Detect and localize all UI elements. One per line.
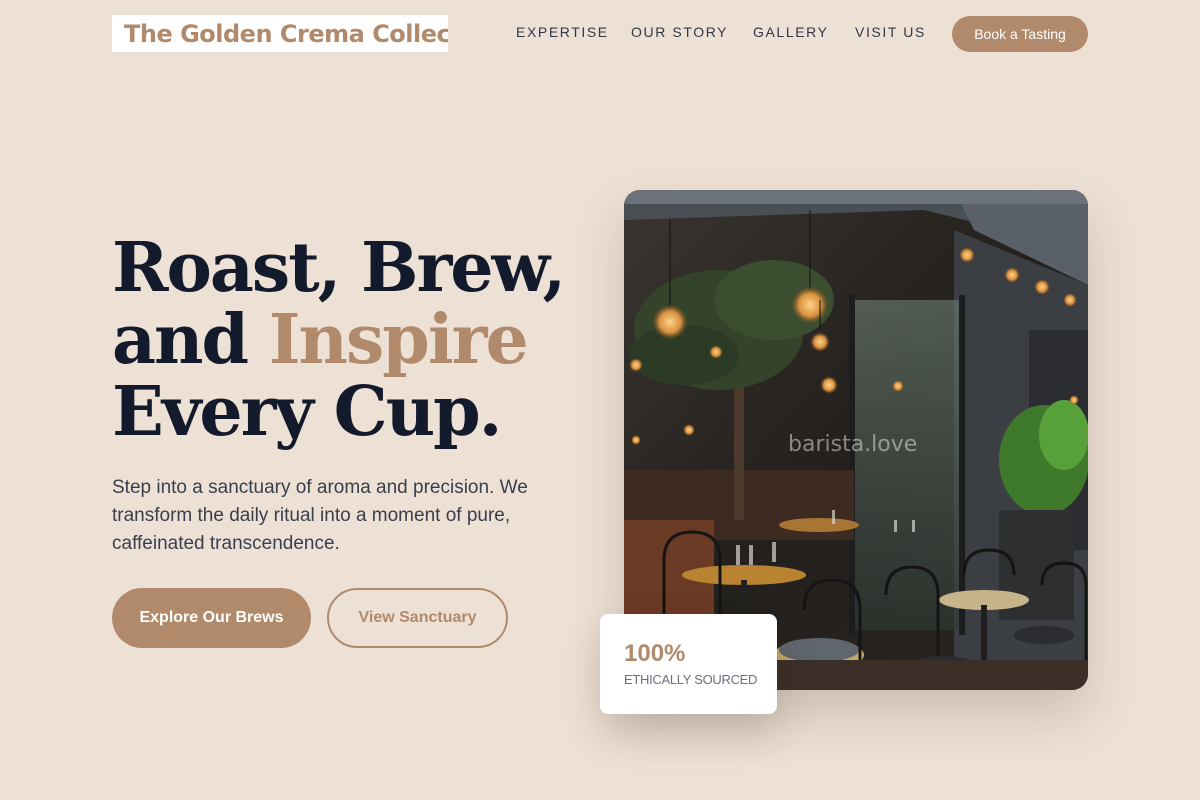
- hero-headline: Roast, Brew, and Inspire Every Cup.: [112, 232, 572, 448]
- nav-link-our-story[interactable]: OUR STORY: [631, 24, 728, 40]
- stat-value: 100%: [624, 640, 686, 667]
- hero-subtext: Step into a sanctuary of aroma and preci…: [112, 477, 528, 554]
- image-watermark: barista.love: [788, 432, 918, 457]
- headline-line-2: and Inspire: [112, 304, 572, 376]
- sourcing-stat-card: 100% ETHICALLY SOURCED: [600, 614, 777, 714]
- brand-logo[interactable]: The Golden Crema Collective: [112, 15, 448, 52]
- stat-label: ETHICALLY SOURCED: [624, 672, 758, 687]
- view-sanctuary-button[interactable]: View Sanctuary: [327, 588, 508, 648]
- nav-link-visit-us[interactable]: VISIT US: [855, 24, 926, 40]
- nav-link-gallery[interactable]: GALLERY: [753, 24, 829, 40]
- explore-brews-button[interactable]: Explore Our Brews: [112, 588, 311, 648]
- book-tasting-button[interactable]: Book a Tasting: [952, 16, 1088, 52]
- nav-link-expertise[interactable]: EXPERTISE: [516, 24, 609, 40]
- headline-line-3: Every Cup.: [112, 372, 502, 452]
- headline-line-1: Roast, Brew,: [112, 228, 566, 308]
- headline-line-2-start: and: [112, 300, 269, 380]
- headline-accent: Inspire: [268, 300, 529, 380]
